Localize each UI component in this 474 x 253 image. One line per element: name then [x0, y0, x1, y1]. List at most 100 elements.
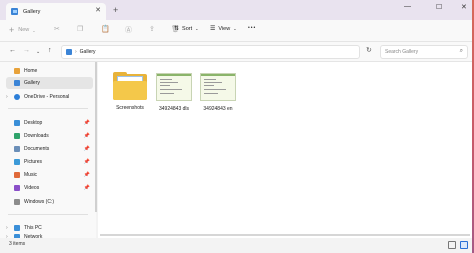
sidebar-item-label: Gallery: [24, 80, 40, 86]
new-button-label: New: [18, 27, 30, 33]
title-bar: Gallery ✕ + — ☐ ✕: [0, 0, 472, 20]
pin-icon[interactable]: 📌: [84, 133, 90, 139]
command-bar: + New ⌄ ✂ ❐ 📋 Ⓐ ⇪ 🗑 ⇅ Sort ⌄ ☰ View ⌄ ••…: [0, 20, 472, 42]
breadcrumb-gallery[interactable]: Gallery: [80, 49, 96, 55]
file-explorer-window: Gallery ✕ + — ☐ ✕ + New ⌄ ✂ ❐ 📋 Ⓐ ⇪ 🗑 ⇅ …: [0, 0, 472, 253]
sidebar-item-pictures[interactable]: Pictures 📌: [6, 156, 93, 168]
chevron-down-icon: ⌄: [195, 26, 199, 31]
pin-icon[interactable]: 📌: [84, 172, 90, 178]
forward-icon[interactable]: →: [23, 47, 30, 54]
sort-icon: ⇅: [174, 26, 180, 32]
view-icon: ☰: [210, 26, 216, 32]
file-name: 34924843 dls: [158, 106, 190, 112]
copy-icon[interactable]: ❐: [77, 25, 83, 33]
sidebar-item-label: Music: [24, 172, 38, 178]
image-thumbnail-icon: [200, 73, 236, 101]
sidebar-item-windows-c[interactable]: Windows (C:): [6, 196, 93, 208]
folder-icon: [113, 72, 147, 100]
tiles-view-icon[interactable]: [460, 241, 468, 249]
breadcrumb-chevron-icon: ›: [75, 49, 77, 55]
sidebar-item-label: Videos: [24, 185, 40, 191]
chevron-down-icon: ⌄: [233, 26, 237, 31]
pin-icon[interactable]: 📌: [84, 120, 90, 126]
file-name: 34924843 en: [203, 106, 233, 112]
chevron-right-icon[interactable]: ›: [6, 94, 14, 100]
cut-icon[interactable]: ✂: [54, 25, 60, 33]
status-bar: 3 items: [0, 238, 472, 253]
sidebar-item-label: Home: [24, 68, 38, 74]
tab-close-icon[interactable]: ✕: [95, 6, 101, 14]
gallery-icon: [66, 49, 72, 55]
divider: [8, 108, 88, 109]
folder-item[interactable]: Screenshots: [108, 70, 152, 120]
image-item[interactable]: 34924843 en: [196, 70, 240, 120]
address-row: ← → ⌄ ↑ › Gallery ↻ Search Gallery ⌕: [0, 42, 472, 62]
content-pane: Screenshots 34924843 dls 34924843 en: [98, 62, 472, 238]
navigation-pane: Home Gallery › OneDrive - Personal Deskt…: [0, 62, 96, 240]
new-tab-button[interactable]: +: [113, 5, 118, 15]
sidebar-scrollbar[interactable]: [95, 62, 97, 212]
document-icon: [14, 146, 20, 152]
view-button-label: View: [218, 25, 231, 32]
tab-title: Gallery: [23, 8, 41, 15]
view-button[interactable]: ☰ View ⌄: [210, 25, 237, 33]
computer-icon: [14, 225, 20, 231]
pin-icon[interactable]: 📌: [84, 159, 90, 165]
sidebar-item-music[interactable]: Music 📌: [6, 169, 93, 181]
refresh-icon[interactable]: ↻: [366, 46, 372, 54]
sort-button-label: Sort: [182, 25, 193, 32]
maximize-button[interactable]: ☐: [436, 3, 442, 11]
sidebar-item-gallery[interactable]: Gallery: [6, 77, 93, 89]
sidebar-item-downloads[interactable]: Downloads 📌: [6, 130, 93, 142]
picture-icon: [14, 159, 20, 165]
search-input[interactable]: Search Gallery ⌕: [380, 45, 468, 59]
more-options-icon[interactable]: •••: [248, 25, 256, 31]
pin-icon[interactable]: 📌: [84, 146, 90, 152]
plus-icon: +: [9, 25, 15, 35]
sidebar-item-label: Pictures: [24, 159, 43, 165]
chevron-down-icon: ⌄: [32, 27, 36, 33]
sidebar-item-this-pc[interactable]: › This PC: [6, 222, 93, 234]
pin-icon[interactable]: 📌: [84, 185, 90, 191]
gallery-icon: [11, 8, 18, 15]
content-scrollbar[interactable]: [100, 234, 470, 236]
up-icon[interactable]: ↑: [48, 47, 52, 54]
desktop-icon: [14, 120, 20, 126]
video-icon: [14, 185, 20, 191]
back-icon[interactable]: ←: [9, 47, 16, 54]
paste-icon[interactable]: 📋: [101, 25, 110, 33]
sidebar-item-label: Documents: [24, 146, 50, 152]
close-window-button[interactable]: ✕: [461, 3, 467, 11]
details-view-icon[interactable]: [448, 241, 456, 249]
sidebar-item-onedrive[interactable]: › OneDrive - Personal: [6, 91, 93, 103]
file-name: Screenshots: [116, 105, 144, 111]
download-icon: [14, 133, 20, 139]
sort-button[interactable]: ⇅ Sort ⌄: [174, 25, 199, 33]
cloud-icon: [14, 94, 20, 100]
gallery-icon: [14, 80, 20, 86]
image-item[interactable]: 34924843 dls: [152, 70, 196, 120]
sidebar-item-home[interactable]: Home: [6, 65, 93, 77]
sidebar-item-desktop[interactable]: Desktop 📌: [6, 117, 93, 129]
sidebar-item-documents[interactable]: Documents 📌: [6, 143, 93, 155]
tab-gallery[interactable]: Gallery ✕: [6, 3, 106, 20]
home-icon: [14, 68, 20, 74]
chevron-right-icon[interactable]: ›: [6, 225, 14, 231]
sidebar-item-label: This PC: [24, 225, 42, 231]
sidebar-item-videos[interactable]: Videos 📌: [6, 182, 93, 194]
sidebar-item-label: Downloads: [24, 133, 49, 139]
address-bar[interactable]: › Gallery: [61, 45, 360, 59]
image-thumbnail-icon: [156, 73, 192, 101]
music-icon: [14, 172, 20, 178]
recent-locations-icon[interactable]: ⌄: [36, 49, 40, 55]
divider: [8, 214, 88, 215]
search-placeholder: Search Gallery: [385, 49, 419, 55]
share-icon[interactable]: ⇪: [149, 25, 155, 33]
search-icon: ⌕: [459, 48, 463, 54]
drive-icon: [14, 199, 20, 205]
minimize-button[interactable]: —: [404, 3, 411, 10]
rename-icon[interactable]: Ⓐ: [125, 25, 132, 35]
sidebar-item-label: Windows (C:): [24, 199, 55, 205]
item-count: 3 items: [9, 241, 26, 247]
new-button[interactable]: + New ⌄: [9, 25, 36, 35]
